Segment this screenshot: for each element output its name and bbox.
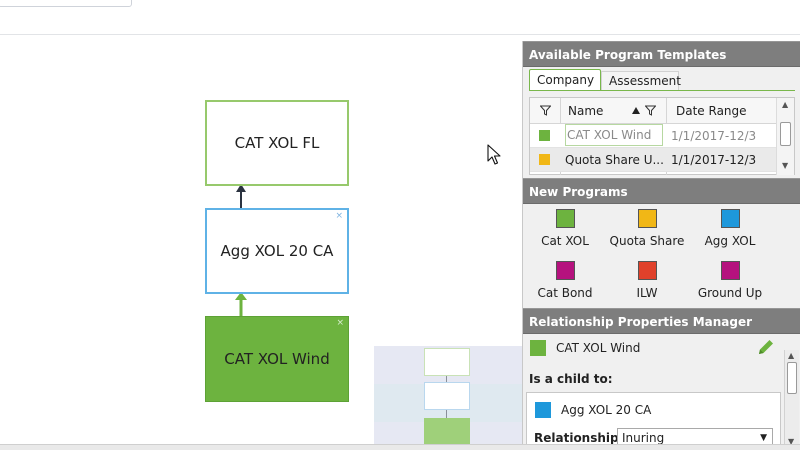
program-color-swatch (720, 261, 740, 280)
selected-program-name: CAT XOL Wind (556, 341, 641, 355)
close-icon[interactable]: × (336, 319, 344, 328)
new-programs-header: New Programs (523, 178, 800, 204)
grid-scrollbar[interactable]: ▲ ▼ (776, 98, 794, 175)
scroll-up-icon[interactable]: ▲ (782, 101, 788, 109)
new-program-quota-share[interactable]: Quota Share (607, 209, 687, 248)
parent-program-box: Agg XOL 20 CA Relationship Inuring ▼ (526, 392, 781, 450)
selected-program-row: CAT XOL Wind (523, 337, 800, 363)
top-search-field[interactable] (0, 0, 132, 7)
program-node-cat-xol-wind[interactable]: × CAT XOL Wind (205, 316, 349, 402)
new-program-cat-xol[interactable]: Cat XOL (525, 209, 605, 248)
tab-underline (529, 90, 795, 91)
app-window: CAT XOL FL × Agg XOL 20 CA × CAT XOL Win… (0, 0, 800, 450)
node-label: CAT XOL FL (234, 134, 320, 152)
minimap-connector (446, 410, 447, 418)
program-color-swatch (539, 130, 550, 141)
new-program-label: Quota Share (609, 234, 685, 248)
relationship-section-header: Relationship Properties Manager (523, 308, 800, 334)
program-color-swatch (530, 340, 546, 356)
minimap-node (424, 348, 470, 376)
toolbar-divider (0, 34, 800, 35)
table-row[interactable]: Quota Share U... 1/1/2017-12/3 (530, 148, 776, 172)
is-child-to-label: Is a child to: (529, 372, 613, 386)
relationship-label: Relationship (534, 431, 619, 445)
edit-pencil-icon[interactable] (756, 337, 776, 357)
relationship-select-value: Inuring (622, 431, 665, 445)
column-header-date-range[interactable]: Date Range (676, 99, 747, 123)
mouse-cursor-icon (487, 144, 501, 165)
new-program-ilw[interactable]: ILW (607, 261, 687, 300)
row-name: Quota Share U... (565, 153, 664, 167)
close-icon[interactable]: × (335, 212, 343, 221)
grid-header: Name Date Range (530, 98, 776, 124)
new-program-ground-up[interactable]: Ground Up (690, 261, 770, 300)
column-header-name[interactable]: Name (568, 99, 603, 123)
scroll-up-icon[interactable]: ▲ (788, 352, 794, 360)
templates-grid: Name Date Range CAT XOL Wind 1/1/2017-12… (529, 97, 795, 175)
program-color-swatch (555, 209, 575, 228)
tab-company[interactable]: Company (529, 69, 601, 91)
node-label: CAT XOL Wind (224, 350, 330, 368)
program-node-cat-xol-fl[interactable]: CAT XOL FL (205, 100, 349, 186)
new-program-label: ILW (636, 286, 658, 300)
scroll-down-icon[interactable]: ▼ (782, 162, 788, 170)
scrollbar-thumb[interactable] (780, 122, 791, 146)
row-name: CAT XOL Wind (565, 124, 663, 146)
program-color-swatch (539, 154, 550, 165)
minimap-node (424, 382, 470, 410)
program-color-swatch (637, 209, 657, 228)
row-date-range: 1/1/2017-12/3 (671, 153, 757, 167)
parent-program-name: Agg XOL 20 CA (561, 403, 652, 417)
right-side-panel: Available Program Templates Company Asse… (522, 41, 800, 450)
tab-assessment[interactable]: Assessment (601, 71, 681, 91)
row-date-range: 1/1/2017-12/3 (671, 129, 757, 143)
program-color-swatch (555, 261, 575, 280)
relationship-scrollbar[interactable]: ▲ ▼ (784, 350, 799, 450)
filter-icon[interactable] (645, 105, 656, 116)
templates-section-header: Available Program Templates (523, 41, 800, 67)
table-row[interactable]: CAT XOL Wind 1/1/2017-12/3 (530, 124, 776, 148)
program-node-agg-xol-20-ca[interactable]: × Agg XOL 20 CA (205, 208, 349, 294)
status-bar (0, 444, 800, 450)
new-program-label: Cat Bond (537, 286, 593, 300)
scrollbar-thumb[interactable] (787, 362, 797, 394)
sort-up-icon[interactable] (632, 107, 640, 114)
new-program-label: Agg XOL (704, 234, 756, 248)
new-program-label: Cat XOL (541, 234, 589, 248)
node-label: Agg XOL 20 CA (220, 242, 334, 260)
new-program-cat-bond[interactable]: Cat Bond (525, 261, 605, 300)
new-program-agg-xol[interactable]: Agg XOL (690, 209, 770, 248)
filter-icon[interactable] (540, 105, 551, 116)
program-color-swatch (720, 209, 740, 228)
program-color-swatch (637, 261, 657, 280)
program-color-swatch (535, 402, 551, 418)
canvas-minimap[interactable] (374, 346, 522, 450)
new-program-label: Ground Up (697, 286, 763, 300)
